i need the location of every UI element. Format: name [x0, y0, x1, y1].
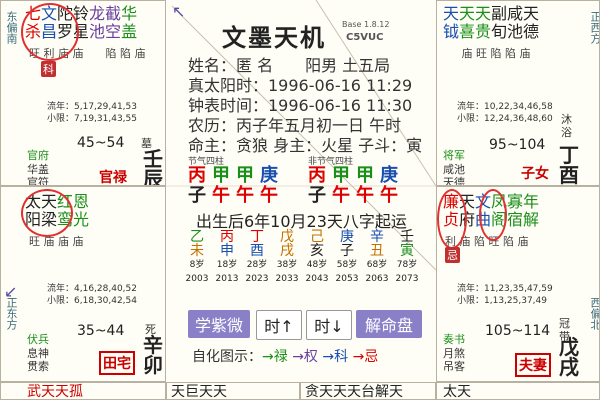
branch-label: 壬辰 — [143, 147, 163, 186]
learn-ziwei-button[interactable]: 学紫微 — [188, 310, 250, 338]
direction-label: 正西方 — [589, 11, 600, 44]
sub3: 官符 — [27, 176, 49, 186]
palace-name: 子女 — [521, 166, 549, 182]
highlight-circle — [21, 189, 73, 237]
hour-down-button[interactable]: 时↓ — [306, 310, 352, 340]
ke-badge: 科 — [41, 61, 56, 77]
direction-label: 正东方 — [5, 297, 18, 330]
star-row: 天巨天天 — [171, 384, 227, 400]
star-row: 贪天天天台解天 — [305, 384, 403, 400]
daxian-range: 105~114 — [485, 323, 551, 339]
daxian-range: 35~44 — [77, 323, 125, 339]
direction-label: 西偏北 — [589, 297, 600, 330]
code-label: C5VUC — [346, 32, 384, 43]
interpret-chart-button[interactable]: 解命盘 — [356, 310, 422, 338]
arrow-icon: ↖ — [172, 2, 186, 21]
palace-name: 夫妻 — [515, 353, 551, 377]
hour-up-button[interactable]: 时↑ — [256, 310, 302, 340]
palace-you[interactable]: 天天天副咸天 钺喜贵旬池德 庙 旺 陷 陷 庙 流年：10,22,34,46,58… — [436, 0, 600, 186]
branch-label: 丁酉 — [559, 143, 579, 186]
xiaoxian: 小限：1,13,25,37,49 — [457, 296, 547, 306]
xiaoxian: 小限：6,18,30,42,54 — [47, 296, 137, 306]
dayun-table: 乙未 8岁 2003 丙申 18岁 2013 丁酉 28岁 2023 戊戌 38岁 2033 己… — [185, 229, 419, 284]
zihua-legend: 自化图示：→禄 →权 →科 →忌 — [192, 349, 379, 365]
star-longchi: 龙截 — [89, 4, 122, 23]
palace-name: 官禄 — [99, 170, 127, 186]
palace-yin[interactable]: 武天天孤 — [0, 382, 166, 400]
highlight-circle — [21, 3, 79, 61]
palace-mao[interactable]: 太天红恩 阳梁鸾光 旺 庙 庙 庙 流年：4,16,28,40,52 小限：6,1… — [0, 186, 166, 382]
palace-name: 田宅 — [99, 351, 135, 375]
info-line-5: 命主：贪狼 身主：火星 子斗：寅 — [188, 136, 423, 155]
highlight-circle — [479, 189, 507, 241]
app-title: 文墨天机 — [222, 24, 326, 52]
feijieqi-pillars: 丙子 甲午 甲午 庚午 — [308, 165, 398, 206]
ji-badge: 忌 — [445, 247, 460, 263]
branch-label: 辛卯 — [143, 333, 163, 377]
jieqi-pillars: 丙子 甲午 甲午 庚午 — [188, 165, 278, 206]
daxian-range: 95~104 — [489, 137, 546, 153]
palace-zi[interactable]: 贪天天天台解天 — [300, 382, 436, 400]
ziwei-chart: 七文陀铃龙截华 杀昌罗星池空盖 旺 利 庙 庙 陷 陷 庙 科 流年：5,17,… — [0, 0, 600, 400]
sub3: 天德 — [443, 176, 465, 186]
star-row: 太天 — [443, 384, 471, 400]
sub3: 吊客 — [443, 360, 465, 373]
xiaoxian: 小限：12,24,36,48,60 — [457, 114, 553, 124]
palace-xu[interactable]: 廉天文凤寡年 贞府曲阁宿解 利 庙 陷 旺 陷 庙 忌 流年：11,23,35,4… — [436, 186, 600, 382]
star-huagai: 华 — [121, 4, 138, 23]
highlight-circle — [437, 189, 467, 249]
bright-row: 庙 旺 陷 陷 庙 — [447, 47, 531, 60]
sub3: 贯索 — [27, 360, 49, 373]
changsheng: 沐浴 — [561, 113, 572, 139]
version-label: Base 1.8.12 — [342, 20, 390, 29]
palace-chou[interactable]: 天巨天天 — [166, 382, 300, 400]
xiaoxian: 小限：7,19,31,43,55 — [47, 114, 137, 124]
palace-hai[interactable]: 太天 — [436, 382, 600, 400]
daxian-range: 45~54 — [77, 135, 125, 151]
branch-label: 戊戌 — [559, 335, 579, 379]
arrow-icon: ↙ — [4, 282, 18, 301]
direction-label: 东偏南 — [5, 11, 18, 44]
center-panel: 文墨天机 Base 1.8.12 C5VUC 姓名：匿 名 阳男 土五局 真太阳… — [166, 0, 436, 382]
palace-chen[interactable]: 七文陀铃龙截华 杀昌罗星池空盖 旺 利 庙 庙 陷 陷 庙 科 流年：5,17,… — [0, 0, 166, 186]
star-row: 武天天孤 — [27, 384, 83, 400]
star-row: 天天天副咸天 钺喜贵旬池德 — [443, 4, 540, 41]
